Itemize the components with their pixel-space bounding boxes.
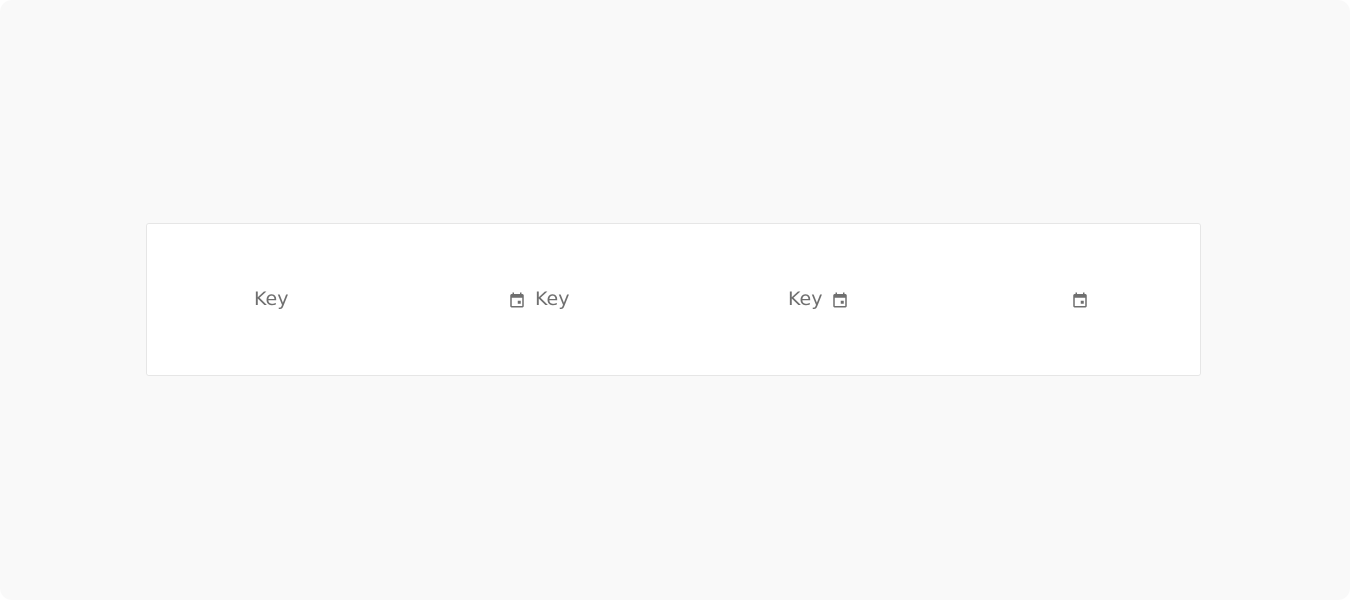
key-label-plain: Key — [254, 224, 288, 375]
key-label: Key — [254, 288, 289, 310]
icon-only-item — [1071, 224, 1089, 375]
key-label: Key — [788, 288, 823, 310]
calendar-icon — [1071, 291, 1089, 309]
calendar-icon — [508, 291, 526, 309]
page: Key Key Key — [0, 0, 1350, 600]
demo-card: Key Key Key — [146, 223, 1201, 376]
key-label: Key — [535, 288, 570, 310]
key-label-with-trailing-icon: Key — [788, 224, 849, 375]
calendar-icon — [831, 291, 849, 309]
key-label-with-leading-icon: Key — [508, 224, 569, 375]
